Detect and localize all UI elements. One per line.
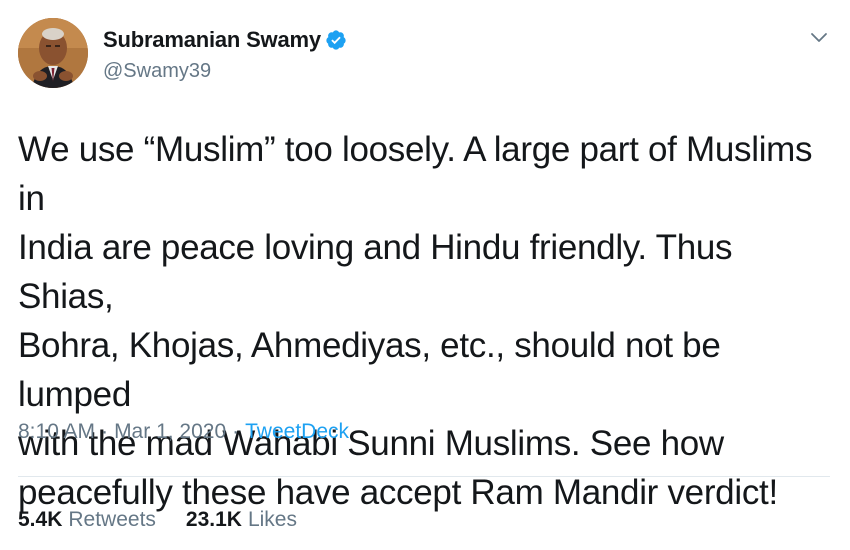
display-name-row: Subramanian Swamy [103, 26, 347, 54]
verified-badge-icon [325, 29, 347, 51]
likes-stat[interactable]: 23.1K Likes [186, 508, 297, 532]
likes-label: Likes [247, 508, 297, 531]
meta-separator: · [101, 420, 109, 443]
tweet-date[interactable]: Mar 1, 2020 [114, 420, 226, 444]
tweet-time[interactable]: 8:10 AM [18, 420, 95, 444]
retweets-stat[interactable]: 5.4K Retweets [18, 508, 156, 532]
retweets-count: 5.4K [18, 508, 63, 531]
tweet-card: Subramanian Swamy @Swamy39 We use “Musli… [0, 0, 850, 550]
tweet-source-link[interactable]: TweetDeck [245, 420, 349, 444]
tweet-meta: 8:10 AM · Mar 1, 2020 · TweetDeck [18, 420, 349, 444]
tweet-header: Subramanian Swamy @Swamy39 [18, 14, 833, 104]
user-info: Subramanian Swamy @Swamy39 [103, 26, 347, 83]
meta-separator-2: · [232, 420, 240, 443]
retweets-label: Retweets [68, 508, 156, 531]
display-name[interactable]: Subramanian Swamy [103, 27, 321, 53]
divider [18, 476, 830, 477]
tweet-text: We use “Muslim” too loosely. A large par… [18, 130, 813, 512]
chevron-down-icon[interactable] [809, 28, 829, 48]
tweet-stats: 5.4K Retweets 23.1K Likes [18, 508, 327, 532]
avatar[interactable] [18, 18, 88, 88]
profile-photo-icon [18, 18, 88, 88]
likes-count: 23.1K [185, 508, 242, 531]
user-handle[interactable]: @Swamy39 [103, 60, 347, 83]
